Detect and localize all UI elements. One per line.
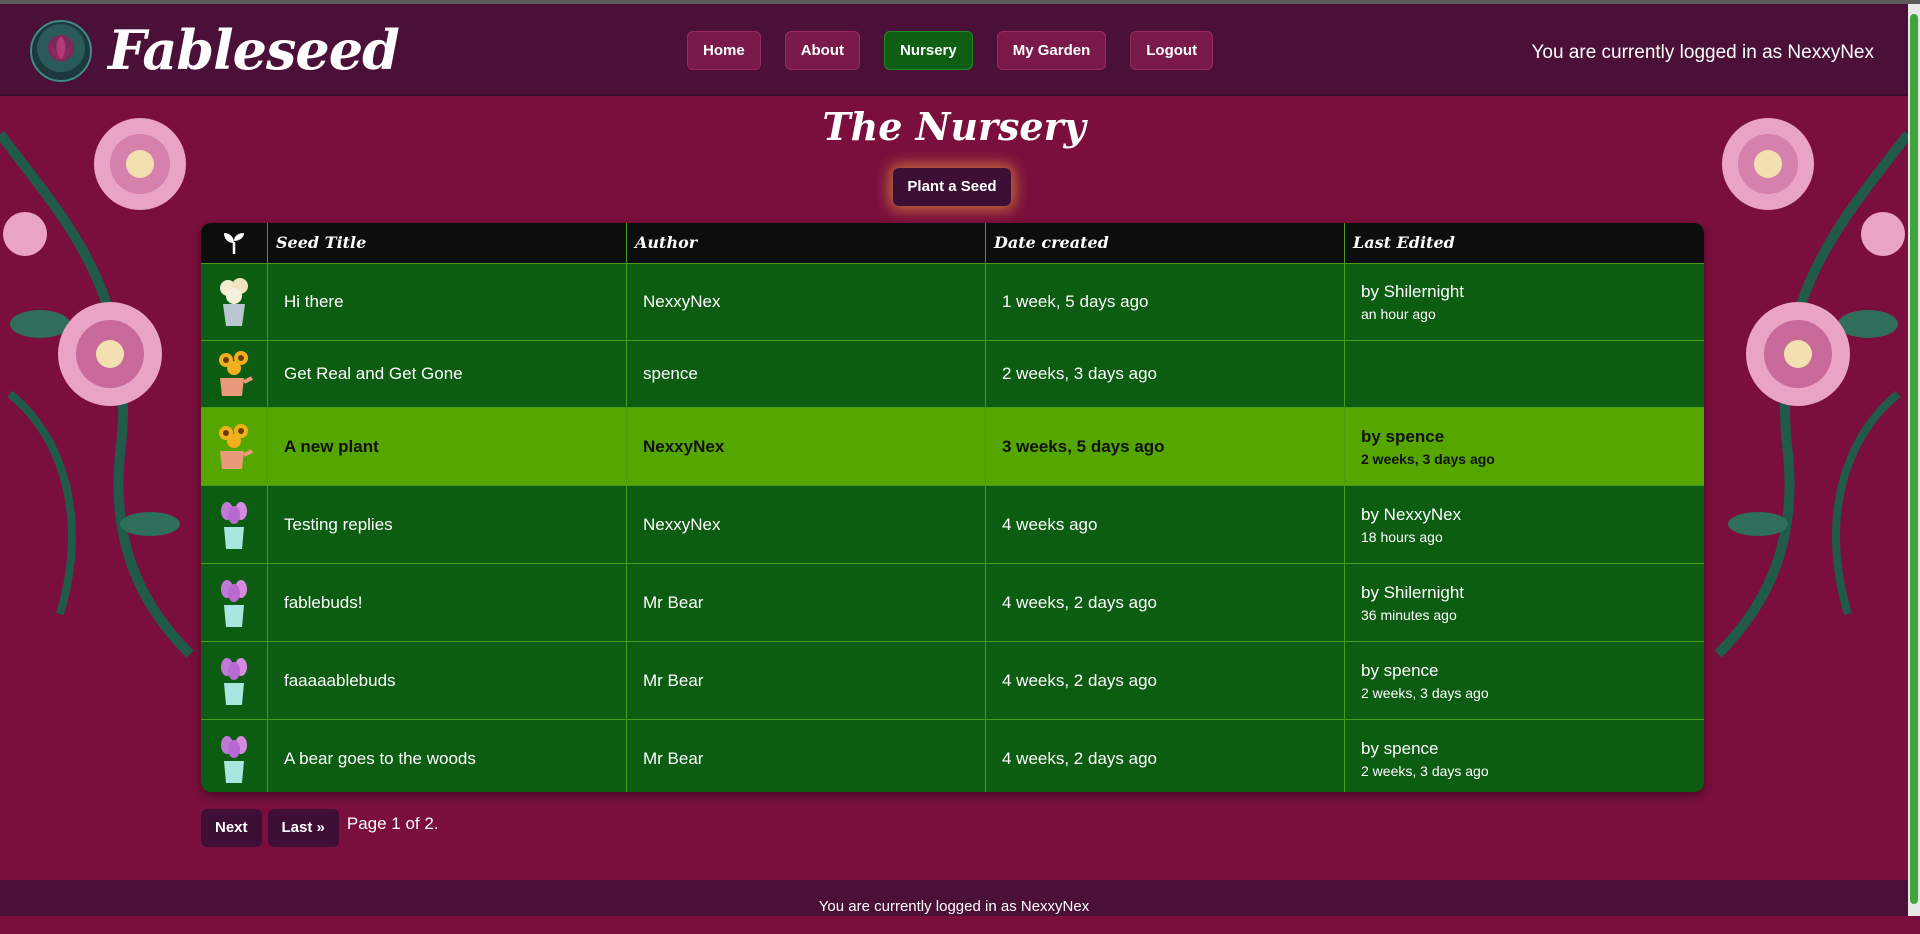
seed-title[interactable]: A new plant — [268, 408, 627, 485]
seed-title[interactable]: fablebuds! — [268, 564, 627, 641]
seed-title[interactable]: Get Real and Get Gone — [268, 341, 627, 407]
flower-bucket-white-icon — [201, 264, 268, 340]
table-row[interactable]: faaaaablebuds Mr Bear 4 weeks, 2 days ag… — [201, 641, 1704, 719]
site-header: Fableseed Home About Nursery My Garden L… — [0, 4, 1908, 96]
pagination: Next Last » Page 1 of 2. — [201, 809, 439, 847]
table-header: Seed Title Author Date created Last Edit… — [201, 223, 1704, 263]
page-status: Page 1 of 2. — [346, 814, 439, 833]
tulip-bucket-icon — [201, 720, 268, 792]
sprout-icon — [201, 223, 268, 263]
seed-last-edited: by Shilernight 36 minutes ago — [1361, 582, 1465, 623]
nav-logout[interactable]: Logout — [1130, 31, 1214, 70]
page-scrollbar[interactable] — [1908, 4, 1920, 916]
seed-last-edited: by NexxyNex 18 hours ago — [1361, 504, 1462, 545]
table-row[interactable]: A bear goes to the woods Mr Bear 4 weeks… — [201, 719, 1704, 792]
table-row[interactable]: Get Real and Get Gone spence 2 weeks, 3 … — [201, 340, 1704, 407]
table-row[interactable]: fablebuds! Mr Bear 4 weeks, 2 days ago b… — [201, 563, 1704, 641]
site-footer: You are currently logged in as NexxyNex — [0, 880, 1908, 916]
floral-decoration-right — [1708, 94, 1908, 874]
seed-author[interactable]: NexxyNex — [627, 486, 986, 563]
header-date-created[interactable]: Date created — [986, 223, 1345, 263]
seed-author[interactable]: NexxyNex — [627, 264, 986, 340]
page-title: The Nursery — [822, 104, 1086, 149]
tulip-bucket-icon — [201, 564, 268, 641]
tulip-bucket-icon — [201, 642, 268, 719]
lotus-logo-icon[interactable] — [30, 20, 92, 82]
login-status: You are currently logged in as NexxyNex — [1531, 42, 1874, 63]
floral-decoration-left — [0, 94, 200, 874]
tulip-bucket-icon — [201, 486, 268, 563]
table-row[interactable]: Testing replies NexxyNex 4 weeks ago by … — [201, 485, 1704, 563]
seed-date-created: 1 week, 5 days ago — [986, 264, 1345, 340]
seed-last-edited: by spence 2 weeks, 3 days ago — [1361, 426, 1495, 467]
table-row[interactable]: Hi there NexxyNex 1 week, 5 days ago by … — [201, 263, 1704, 340]
footer-login-status: You are currently logged in as NexxyNex — [818, 898, 1090, 915]
seed-date-created: 4 weeks, 2 days ago — [986, 642, 1345, 719]
nav-about[interactable]: About — [784, 31, 861, 70]
sunflower-can-icon — [201, 341, 268, 407]
seed-last-edited: by Shilernight an hour ago — [1361, 282, 1465, 322]
table-row-highlighted[interactable]: A new plant NexxyNex 3 weeks, 5 days ago… — [201, 407, 1704, 485]
header-seed-title[interactable]: Seed Title — [268, 223, 627, 263]
seed-title[interactable]: A bear goes to the woods — [268, 720, 627, 792]
seed-table: Seed Title Author Date created Last Edit… — [201, 223, 1704, 792]
nav-nursery[interactable]: Nursery — [884, 31, 973, 70]
seed-last-edited: by spence 2 weeks, 3 days ago — [1361, 738, 1489, 779]
seed-title[interactable]: faaaaablebuds — [268, 642, 627, 719]
seed-author[interactable]: spence — [627, 341, 986, 407]
seed-title[interactable]: Hi there — [268, 264, 627, 340]
brand-logo-text[interactable]: Fableseed — [108, 18, 400, 82]
seed-author[interactable]: Mr Bear — [627, 720, 986, 792]
seed-date-created: 4 weeks, 2 days ago — [986, 720, 1345, 792]
sunflower-can-icon — [201, 408, 268, 485]
seed-author[interactable]: NexxyNex — [627, 408, 986, 485]
main-nav: Home About Nursery My Garden Logout — [687, 31, 1214, 70]
plant-seed-button[interactable]: Plant a Seed — [893, 168, 1011, 206]
seed-author[interactable]: Mr Bear — [627, 564, 986, 641]
seed-last-edited — [1345, 341, 1704, 407]
scrollbar-thumb[interactable] — [1910, 14, 1918, 904]
seed-title[interactable]: Testing replies — [268, 486, 627, 563]
seed-author[interactable]: Mr Bear — [627, 642, 986, 719]
next-page-button[interactable]: Next — [201, 809, 262, 847]
seed-date-created: 4 weeks ago — [986, 486, 1345, 563]
last-page-button[interactable]: Last » — [267, 809, 339, 847]
seed-last-edited: by spence 2 weeks, 3 days ago — [1361, 660, 1489, 701]
nav-my-garden[interactable]: My Garden — [996, 31, 1107, 70]
nav-home[interactable]: Home — [687, 31, 761, 70]
seed-date-created: 2 weeks, 3 days ago — [986, 341, 1345, 407]
header-last-edited[interactable]: Last Edited — [1345, 223, 1704, 263]
seed-date-created: 4 weeks, 2 days ago — [986, 564, 1345, 641]
seed-date-created: 3 weeks, 5 days ago — [986, 408, 1345, 485]
header-author[interactable]: Author — [627, 223, 986, 263]
